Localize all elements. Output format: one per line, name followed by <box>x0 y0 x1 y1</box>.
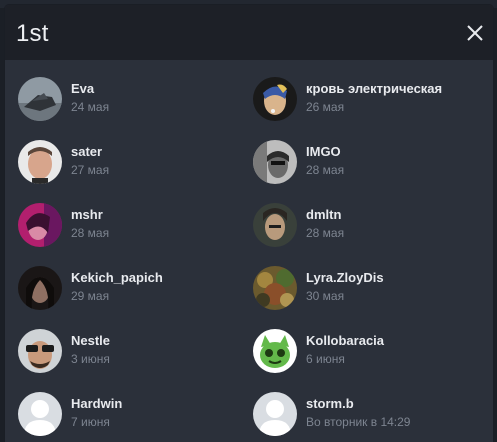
friend-name: Nestle <box>71 333 111 348</box>
avatar <box>18 203 62 247</box>
friend-name: mshr <box>71 207 103 222</box>
friend-name: кровь электрическая <box>306 81 443 96</box>
friend-name: Kekich_papich <box>71 270 163 285</box>
friend-name: dmltn <box>306 207 342 222</box>
avatar <box>18 392 62 436</box>
friend-date: 29 мая <box>71 289 110 303</box>
avatar <box>18 77 62 121</box>
friend-date: 26 мая <box>306 100 345 114</box>
avatar <box>18 329 62 373</box>
friend-name: Hardwin <box>71 396 123 411</box>
friend-item[interactable]: Lyra.ZloyDis 30 мая <box>253 266 483 316</box>
friend-name: Eva <box>71 81 95 96</box>
friend-item[interactable]: Eva 24 мая <box>18 77 248 127</box>
friend-name: IMGO <box>306 144 341 159</box>
friends-dialog: 1st Eva 24 мая кровь электрическая 26 ма… <box>5 5 493 442</box>
dialog-header: 1st <box>5 5 493 60</box>
avatar <box>253 203 297 247</box>
friend-item[interactable]: IMGO 28 мая <box>253 140 483 190</box>
friend-date: 28 мая <box>306 163 345 177</box>
friend-item[interactable]: storm.b Во вторник в 14:29 <box>253 392 483 442</box>
friend-item[interactable]: Nestle 3 июня <box>18 329 248 379</box>
avatar <box>253 140 297 184</box>
friend-date: 7 июня <box>71 415 110 429</box>
friend-item[interactable]: Kekich_papich 29 мая <box>18 266 248 316</box>
friend-date: 24 мая <box>71 100 110 114</box>
friend-date: 27 мая <box>71 163 110 177</box>
friend-item[interactable]: dmltn 28 мая <box>253 203 483 253</box>
friend-date: 28 мая <box>71 226 110 240</box>
friend-name: Kollobaracia <box>306 333 385 348</box>
friend-date: 30 мая <box>306 289 345 303</box>
close-icon[interactable] <box>464 22 486 44</box>
friend-date: 6 июня <box>306 352 345 366</box>
friend-date: 3 июня <box>71 352 110 366</box>
avatar <box>253 77 297 121</box>
friend-item[interactable]: sater 27 мая <box>18 140 248 190</box>
avatar <box>18 266 62 310</box>
avatar <box>253 392 297 436</box>
avatar <box>18 140 62 184</box>
friend-name: sater <box>71 144 103 159</box>
avatar <box>253 329 297 373</box>
friend-date: Во вторник в 14:29 <box>306 415 411 429</box>
friend-date: 28 мая <box>306 226 345 240</box>
friend-item[interactable]: кровь электрическая 26 мая <box>253 77 483 127</box>
friend-name: Lyra.ZloyDis <box>306 270 384 285</box>
friend-item[interactable]: Hardwin 7 июня <box>18 392 248 442</box>
friend-item[interactable]: Kollobaracia 6 июня <box>253 329 483 379</box>
friend-name: storm.b <box>306 396 354 411</box>
friend-item[interactable]: mshr 28 мая <box>18 203 248 253</box>
dialog-title: 1st <box>16 20 49 47</box>
avatar <box>253 266 297 310</box>
